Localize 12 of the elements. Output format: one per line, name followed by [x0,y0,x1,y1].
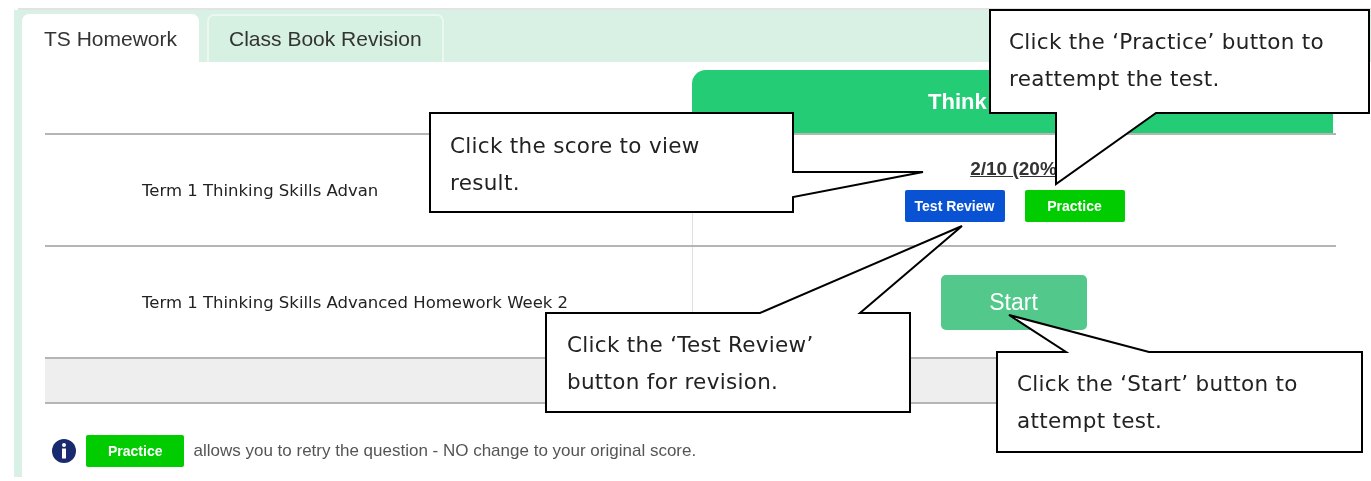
callout-text: Click the score to view result. [450,132,701,197]
callout-text: Click the ‘Test Review’ button for revision. [567,331,815,396]
info-icon [51,438,77,464]
practice-badge: Practice [86,435,185,467]
tab[interactable]: Class Book Revision [207,14,444,62]
info-note: allows you to retry the question - NO change to your original score. [193,441,697,461]
callout-text: Click the ‘Start’ button to attempt test. [1017,370,1299,435]
tab[interactable]: TS Homework [22,14,200,62]
score-link[interactable]: 2/10 (20% [970,158,1057,180]
review-button[interactable]: Test Review [904,190,1005,222]
homework-title: Term 1 Thinking Skills Advanced Homework Week 2 [142,292,569,312]
homework-title: Term 1 Thinking Skills Advan [142,180,379,200]
